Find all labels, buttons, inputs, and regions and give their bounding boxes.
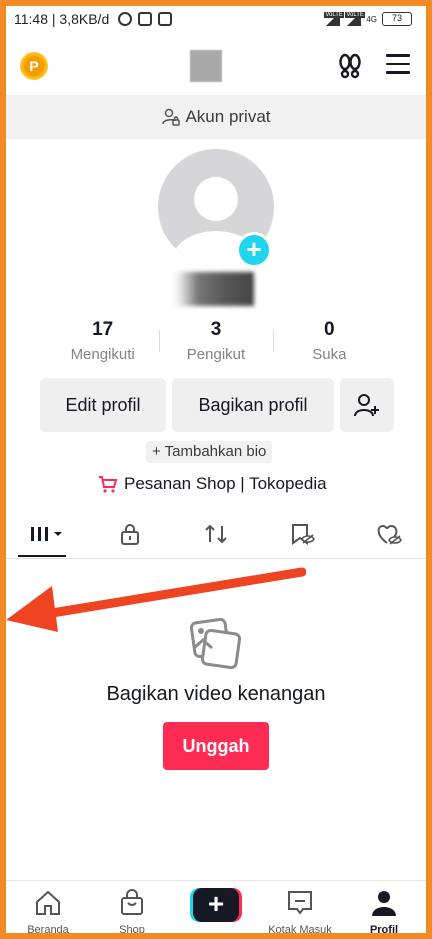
empty-state-title: Bagikan video kenangan <box>106 683 326 705</box>
stat-value: 0 <box>324 319 335 340</box>
username-redacted <box>190 50 222 82</box>
stat-label: Pengikut <box>186 346 246 363</box>
create-button[interactable]: + <box>190 888 242 922</box>
shopping-bag-icon <box>121 889 143 915</box>
private-account-label: Akun privat <box>185 107 271 126</box>
lock-icon <box>121 524 139 545</box>
shop-orders-link[interactable]: Pesanan Shop | Tokopedia <box>98 472 327 496</box>
stat-value: 17 <box>92 319 114 340</box>
plus-icon: + <box>193 888 239 922</box>
home-icon <box>36 890 60 915</box>
add-user-icon <box>354 394 379 417</box>
status-bar: 11:48 | 3,8KB/d VoLTE VoLTE 4G 73 <box>6 6 426 34</box>
inbox-icon <box>288 891 312 915</box>
share-profile-button[interactable]: Bagikan profil <box>172 378 334 432</box>
add-avatar-button[interactable]: + <box>236 232 272 268</box>
battery-icon: 73 <box>382 12 412 26</box>
shop-orders-label: Pesanan Shop | Tokopedia <box>124 474 327 493</box>
edit-profile-button[interactable]: Edit profil <box>40 378 166 432</box>
tab-reposts[interactable] <box>196 519 236 549</box>
stat-label: Mengikuti <box>70 346 135 363</box>
bookmark-hidden-icon <box>292 524 315 545</box>
gallery-icon <box>190 618 242 670</box>
annotation-arrow-icon <box>6 567 306 632</box>
avatar-head-shape <box>194 177 238 221</box>
status-right-icons: VoLTE VoLTE 4G 73 <box>324 12 412 26</box>
upload-button[interactable]: Unggah <box>163 722 269 770</box>
signal-icon: VoLTE <box>324 12 344 26</box>
profile-icon <box>372 891 396 916</box>
nav-home-label: Beranda <box>27 924 69 933</box>
heart-hidden-icon <box>377 524 402 545</box>
private-user-icon <box>162 108 181 126</box>
profile-screen: 11:48 | 3,8KB/d VoLTE VoLTE 4G 73 P Akun <box>6 6 426 933</box>
status-notification-icons <box>118 12 172 26</box>
message-icon <box>158 12 172 26</box>
active-tab-indicator <box>18 555 66 557</box>
stat-value: 3 <box>210 319 222 340</box>
footprint-icon[interactable] <box>336 52 364 80</box>
nav-profile[interactable]: Profil <box>342 881 426 933</box>
add-bio-button[interactable]: + Tambahkan bio <box>146 441 273 463</box>
tab-favorites[interactable] <box>282 519 322 549</box>
alarm-icon <box>118 12 132 26</box>
profile-action-buttons: Edit profil Bagikan profil <box>40 378 394 432</box>
profile-stats: 17 Mengikuti 3 Pengikut 0 Suka <box>46 318 386 370</box>
display-name-redacted <box>174 272 254 306</box>
profile-tabs <box>6 509 426 559</box>
tab-videos[interactable] <box>24 519 70 549</box>
nav-inbox[interactable]: Kotak Masuk <box>258 881 342 933</box>
stat-following[interactable]: 17 Mengikuti <box>46 318 159 370</box>
nav-shop-label: Shop <box>119 924 145 933</box>
network-type: 4G <box>366 14 377 24</box>
grid-icon <box>31 527 62 541</box>
nav-home[interactable]: Beranda <box>6 881 90 933</box>
nav-shop[interactable]: Shop <box>90 881 174 933</box>
add-friend-button[interactable] <box>340 378 394 432</box>
cart-icon <box>99 476 118 493</box>
menu-icon[interactable] <box>386 54 410 76</box>
stat-label: Suka <box>312 346 347 363</box>
signal-icon: VoLTE <box>345 12 365 26</box>
app-notification-icon <box>138 12 152 26</box>
tab-liked[interactable] <box>368 519 408 549</box>
stat-followers[interactable]: 3 Pengikut <box>159 318 272 370</box>
nav-inbox-label: Kotak Masuk <box>268 924 332 933</box>
private-account-bar: Akun privat <box>6 95 426 139</box>
tab-private[interactable] <box>110 519 150 549</box>
repost-icon <box>205 524 227 544</box>
stat-likes[interactable]: 0 Suka <box>272 318 386 370</box>
status-time: 11:48 | 3,8KB/d <box>14 11 110 27</box>
nav-profile-label: Profil <box>369 924 399 933</box>
coin-icon[interactable]: P <box>20 52 48 80</box>
